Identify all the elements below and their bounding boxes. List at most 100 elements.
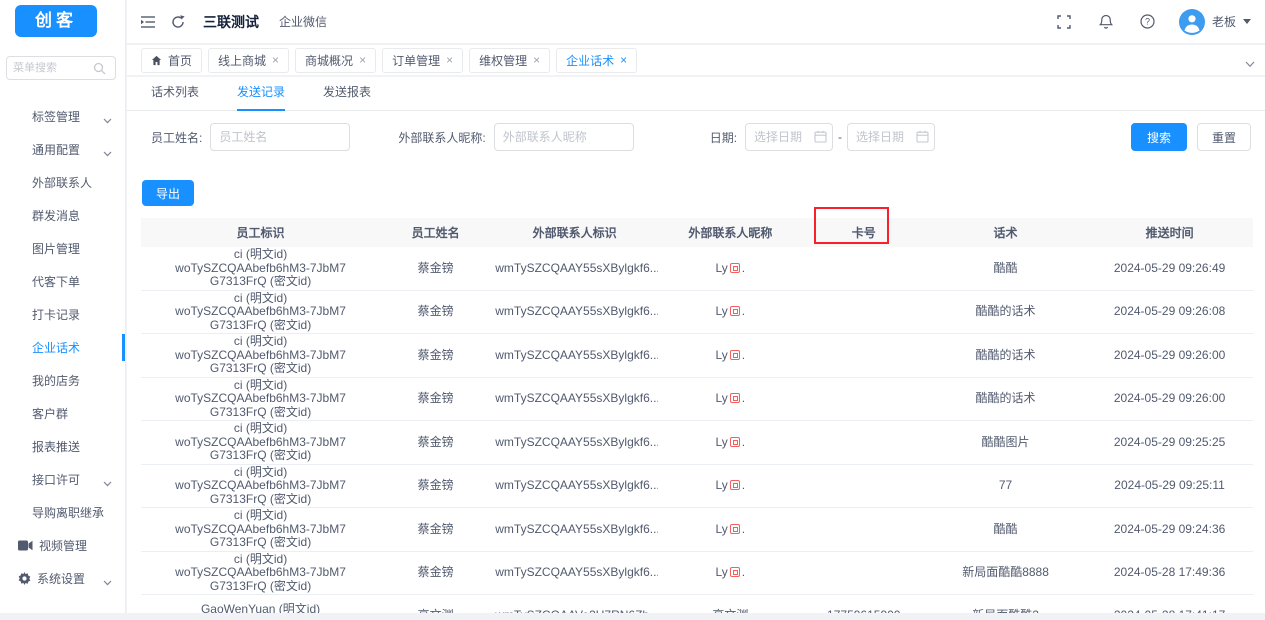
export-button[interactable]: 导出: [142, 180, 195, 206]
notification-bell-icon[interactable]: [1095, 11, 1117, 33]
sidebar-item-label: 代客下单: [32, 275, 81, 289]
sidebar-item-label: 接口许可: [32, 473, 81, 487]
cell-employee-name: 蔡金镑: [380, 464, 492, 508]
cell-script: 酷酷的话术: [924, 377, 1087, 421]
contact-nickname-input[interactable]: [493, 123, 634, 151]
date-end-picker[interactable]: [847, 123, 936, 151]
cell-employee-name: 蔡金镑: [380, 551, 492, 595]
reset-button[interactable]: 重置: [1196, 123, 1251, 151]
nav-tab[interactable]: 线上商城 ×: [208, 47, 290, 73]
table-header-row: 员工标识 员工姓名 外部联系人标识 外部联系人昵称 卡号 话术 推送时间: [141, 218, 1253, 247]
sidebar-item[interactable]: 群发消息: [0, 199, 125, 232]
help-icon[interactable]: ?: [1137, 11, 1159, 33]
sidebar-item[interactable]: 通用配置: [0, 133, 125, 166]
sidebar-item[interactable]: 客户群: [0, 397, 125, 430]
caret-down-icon: [1243, 19, 1251, 24]
cell-script: 酷酷的话术: [924, 290, 1087, 334]
sidebar-item[interactable]: 我的店务: [0, 364, 125, 397]
nav-tab-label: 线上商城: [218, 53, 267, 68]
date-start-picker[interactable]: [745, 123, 834, 151]
project-name: 三联测试: [203, 13, 259, 30]
tabs-chevron-down-icon[interactable]: [1245, 57, 1255, 71]
cell-contact-id: wmTySZCQAAY55sXBylgkf6...: [491, 464, 659, 508]
cell-push-time: 2024-05-29 09:26:00: [1086, 377, 1253, 421]
column-header: 卡号: [802, 218, 925, 247]
user-menu[interactable]: 老板: [1178, 8, 1251, 35]
cell-contact-id: wmTySZCQAAVo3U7RN6Zh...: [491, 594, 659, 613]
sidebar-search-box[interactable]: [6, 56, 116, 80]
sidebar-item-label: 企业话术: [32, 341, 81, 355]
broken-image-icon: [729, 262, 740, 273]
nav-tab-label: 企业话术: [566, 53, 615, 68]
close-icon[interactable]: ×: [533, 54, 540, 66]
gear-icon: [18, 572, 31, 585]
cell-employee-id: ci (明文id) woTySZCQAAbefb6hM3-7JbM7 G7313Fr…: [141, 464, 381, 508]
sidebar-item[interactable]: 视频管理: [0, 529, 125, 562]
cell-card-number: [802, 247, 925, 291]
cell-contact-nickname: Ly.: [658, 290, 803, 334]
close-icon[interactable]: ×: [620, 54, 627, 66]
sidebar-item-label: 报表推送: [32, 440, 81, 454]
fullscreen-icon[interactable]: [1053, 11, 1075, 33]
table-row: ci (明文id) woTySZCQAAbefb6hM3-7JbM7 G7313Fr…: [141, 377, 1253, 421]
sidebar-item[interactable]: 标签管理: [0, 100, 125, 133]
sidebar-item[interactable]: 打卡记录: [0, 298, 125, 331]
cell-employee-id: ci (明文id) woTySZCQAAbefb6hM3-7JbM7 G7313Fr…: [141, 377, 381, 421]
cell-contact-nickname: Ly.: [658, 377, 803, 421]
table-row: ci (明文id) woTySZCQAAbefb6hM3-7JbM7 G7313Fr…: [141, 464, 1253, 508]
sidebar-item[interactable]: 企业话术: [0, 331, 125, 364]
employee-name-input[interactable]: [210, 123, 351, 151]
sidebar-search-input[interactable]: [13, 62, 93, 74]
cell-employee-name: 蔡金镑: [380, 247, 492, 291]
cell-employee-id: ci (明文id) woTySZCQAAbefb6hM3-7JbM7 G7313Fr…: [141, 551, 381, 595]
sidebar-item[interactable]: 图片管理: [0, 232, 125, 265]
search-button[interactable]: 搜索: [1130, 123, 1187, 151]
close-icon[interactable]: ×: [446, 54, 453, 66]
cell-push-time: 2024-05-29 09:26:00: [1086, 333, 1253, 378]
cell-push-time: 2024-05-28 17:49:36: [1086, 551, 1253, 595]
nav-tab[interactable]: 维权管理 ×: [469, 47, 551, 73]
collapse-menu-icon[interactable]: [137, 11, 159, 33]
close-icon[interactable]: ×: [272, 54, 279, 66]
sidebar-item[interactable]: 代客下单: [0, 265, 125, 298]
avatar: [1178, 8, 1205, 35]
cell-push-time: 2024-05-29 09:25:11: [1086, 464, 1253, 508]
employee-name-label: 员工姓名:: [151, 130, 203, 145]
cell-push-time: 2024-05-28 17:41:17: [1086, 594, 1253, 613]
sidebar-item[interactable]: 导购离职继承: [0, 496, 125, 529]
nav-tab[interactable]: 商城概况 ×: [295, 47, 377, 73]
close-icon[interactable]: ×: [359, 54, 366, 66]
column-header: 话术: [924, 218, 1087, 247]
column-header: 员工姓名: [380, 218, 492, 247]
sidebar-item[interactable]: 接口许可: [0, 463, 125, 496]
sidebar-item[interactable]: 外部联系人: [0, 166, 125, 199]
contact-nickname-label: 外部联系人昵称:: [398, 130, 486, 145]
cell-contact-id: wmTySZCQAAY55sXBylgkf6...: [491, 247, 659, 291]
sidebar-item[interactable]: 系统设置: [0, 562, 125, 595]
table-body: ci (明文id) woTySZCQAAbefb6hM3-7JbM7 G7313Fr…: [141, 247, 1253, 613]
content-tab[interactable]: 话术列表: [151, 77, 199, 111]
sidebar-item-label: 视频管理: [39, 539, 88, 553]
content-tab[interactable]: 发送报表: [323, 77, 371, 111]
nav-tab[interactable]: 订单管理 ×: [382, 47, 464, 73]
cell-contact-nickname: Ly.: [658, 464, 803, 508]
sidebar-item-label: 系统设置: [37, 572, 86, 586]
cell-contact-id: wmTySZCQAAY55sXBylgkf6...: [491, 333, 659, 378]
cell-contact-nickname: Ly.: [658, 551, 803, 595]
sidebar-item-label: 导购离职继承: [32, 506, 105, 520]
sidebar-item-label: 外部联系人: [32, 176, 93, 190]
cell-employee-id: ci (明文id) woTySZCQAAbefb6hM3-7JbM7 G7313Fr…: [141, 420, 381, 465]
date-range-separator: -: [838, 130, 843, 144]
cell-script: 酷酷图片: [924, 420, 1087, 465]
video-icon: [18, 540, 33, 551]
refresh-icon[interactable]: [167, 11, 189, 33]
nav-tab-strip: 首页 线上商城 × 商城概况 × 订单管理 × 维权管理 × 企业话术 ×: [127, 45, 1265, 76]
nav-tab[interactable]: 企业话术 ×: [556, 47, 638, 73]
cell-contact-id: wmTySZCQAAY55sXBylgkf6...: [491, 420, 659, 465]
nav-tab-home[interactable]: 首页: [141, 47, 203, 73]
sidebar-item[interactable]: 报表推送: [0, 430, 125, 463]
column-header: 推送时间: [1086, 218, 1253, 247]
cell-contact-nickname: 高文渊: [658, 594, 803, 613]
broken-image-icon: [729, 523, 740, 534]
content-tab[interactable]: 发送记录: [237, 77, 286, 111]
